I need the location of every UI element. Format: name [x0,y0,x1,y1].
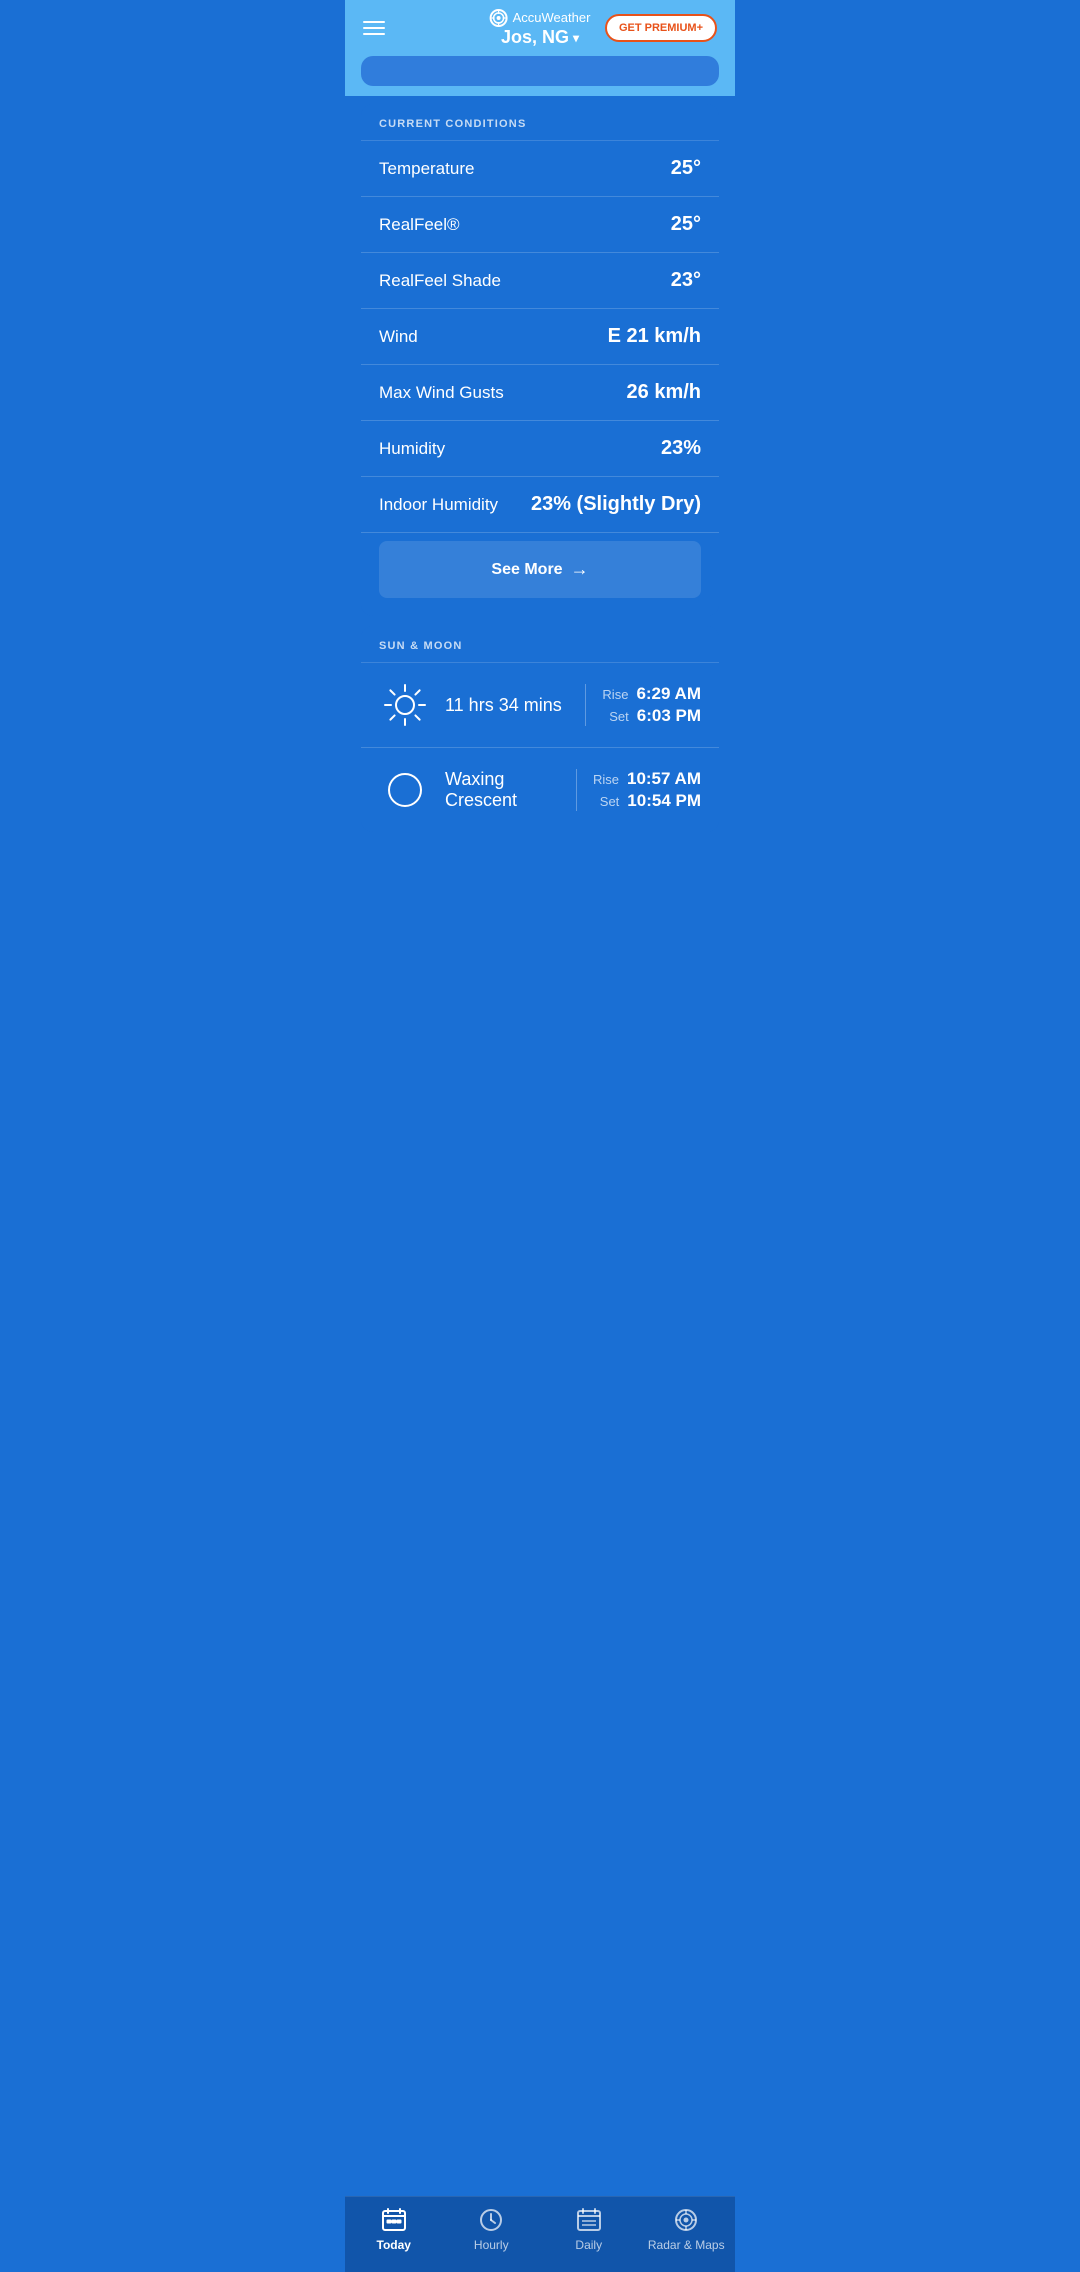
top-spacer [345,56,735,96]
wind-value: E 21 km/h [608,325,701,348]
max-wind-label: Max Wind Gusts [379,383,504,403]
sun-times: Rise 6:29 AM Set 6:03 PM [585,684,701,726]
nav-today[interactable]: Today [345,2207,443,2252]
wind-row: Wind E 21 km/h [361,309,719,365]
arrow-right-icon: → [571,559,589,580]
brand-logo: AccuWeather [490,9,591,27]
see-more-button[interactable]: See More → [379,541,701,598]
bottom-padding [361,842,719,922]
moon-set-label: Set [600,794,620,809]
moon-phase: Waxing Crescent [445,769,576,811]
menu-button[interactable] [363,21,385,35]
sun-icon [379,679,431,731]
location-text: Jos, NG [501,27,569,48]
sun-rise-label: Rise [602,687,628,702]
daily-label: Daily [575,2238,602,2252]
brand-name: AccuWeather [513,10,591,25]
moon-times: Rise 10:57 AM Set 10:54 PM [576,769,701,811]
today-icon [381,2207,407,2233]
sun-rise-time: 6:29 AM [636,684,701,704]
see-more-label: See More [491,561,562,579]
main-content: CURRENT CONDITIONS Temperature 25° RealF… [345,96,735,922]
realfeel-shade-value: 23° [671,269,701,292]
today-label: Today [377,2238,411,2252]
sun-set-time: 6:03 PM [637,706,701,726]
humidity-label: Humidity [379,439,445,459]
bottom-navigation: Today Hourly Daily [345,2196,735,2272]
sun-moon-card: SUN & MOON 11 hrs 34 mins [361,626,719,832]
moon-row: Waxing Crescent Rise 10:57 AM Set 10:54 … [361,748,719,832]
sun-set-row: Set 6:03 PM [609,706,701,726]
moon-rise-label: Rise [593,772,619,787]
radar-label: Radar & Maps [648,2238,725,2252]
indoor-humidity-row: Indoor Humidity 23% (Slightly Dry) [361,477,719,533]
temperature-row: Temperature 25° [361,141,719,197]
moon-icon [379,764,431,816]
moon-svg [381,766,429,814]
moon-rise-time: 10:57 AM [627,769,701,789]
moon-set-time: 10:54 PM [627,791,701,811]
realfeel-value: 25° [671,213,701,236]
weather-summary-card [361,56,719,86]
max-wind-value: 26 km/h [627,381,701,404]
hourly-icon [478,2207,504,2233]
sun-rise-row: Rise 6:29 AM [602,684,701,704]
moon-set-row: Set 10:54 PM [600,791,701,811]
realfeel-row: RealFeel® 25° [361,197,719,253]
premium-button[interactable]: GET PREMIUM+ [605,14,717,42]
current-conditions-card: CURRENT CONDITIONS Temperature 25° RealF… [361,104,719,616]
humidity-value: 23% [661,437,701,460]
wind-label: Wind [379,327,418,347]
nav-radar[interactable]: Radar & Maps [638,2207,736,2252]
sun-duration: 11 hrs 34 mins [445,695,585,716]
realfeel-shade-label: RealFeel Shade [379,271,501,291]
indoor-humidity-label: Indoor Humidity [379,495,498,515]
temperature-label: Temperature [379,159,474,179]
nav-hourly[interactable]: Hourly [443,2207,541,2252]
sun-set-label: Set [609,709,629,724]
max-wind-row: Max Wind Gusts 26 km/h [361,365,719,421]
temperature-value: 25° [671,157,701,180]
sun-svg [381,681,429,729]
location-selector[interactable]: Jos, NG ▾ [501,27,579,48]
radar-icon [673,2207,699,2233]
sun-moon-header: SUN & MOON [361,626,719,663]
chevron-down-icon: ▾ [573,31,579,45]
indoor-humidity-value: 23% (Slightly Dry) [531,493,701,516]
realfeel-label: RealFeel® [379,215,460,235]
app-header: AccuWeather Jos, NG ▾ GET PREMIUM+ [345,0,735,56]
nav-daily[interactable]: Daily [540,2207,638,2252]
hourly-label: Hourly [474,2238,509,2252]
humidity-row: Humidity 23% [361,421,719,477]
sun-row: 11 hrs 34 mins Rise 6:29 AM Set 6:03 PM [361,663,719,748]
accuweather-icon [490,9,508,27]
daily-icon [576,2207,602,2233]
realfeel-shade-row: RealFeel Shade 23° [361,253,719,309]
moon-rise-row: Rise 10:57 AM [593,769,701,789]
header-center: AccuWeather Jos, NG ▾ [490,9,591,48]
current-conditions-header: CURRENT CONDITIONS [361,104,719,141]
